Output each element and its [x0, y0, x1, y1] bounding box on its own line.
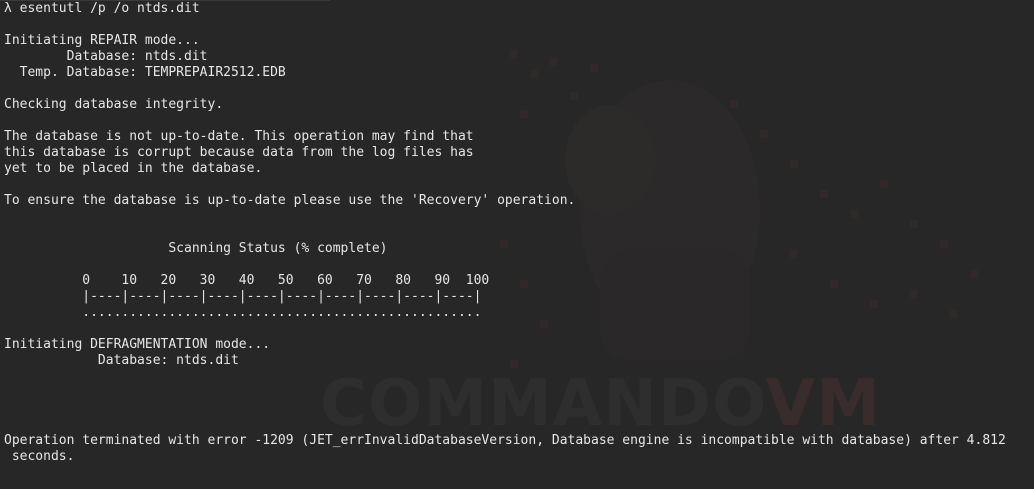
error-line: Operation terminated with error -1209 (J… [4, 433, 1006, 448]
output-line: To ensure the database is up-to-date ple… [4, 193, 576, 208]
output-line: The database is not up-to-date. This ope… [4, 129, 474, 144]
progress-ruler: |----|----|----|----|----|----|----|----… [4, 289, 482, 304]
output-line: Initiating DEFRAGMENTATION mode... [4, 337, 271, 352]
progress-scale: 0 10 20 30 40 50 60 70 80 90 100 [4, 273, 490, 288]
error-line-continuation: seconds. [4, 449, 75, 464]
terminal-window[interactable]: COMMANDOVM λ esentutl /p /o ntds.dit Ini… [0, 0, 1034, 489]
terminal-output: λ esentutl /p /o ntds.dit Initiating REP… [4, 1, 1006, 465]
output-line: yet to be placed in the database. [4, 161, 263, 176]
output-line: Initiating REPAIR mode... [4, 33, 200, 48]
scanning-status-title: Scanning Status (% complete) [4, 241, 388, 256]
output-line: Database: ntds.dit [4, 353, 239, 368]
output-line: Database: ntds.dit [4, 49, 208, 64]
progress-dots: ........................................… [4, 305, 482, 320]
command-line: λ esentutl /p /o ntds.dit [4, 1, 200, 16]
output-line: this database is corrupt because data fr… [4, 145, 474, 160]
output-line: Checking database integrity. [4, 97, 224, 112]
output-line: Temp. Database: TEMPREPAIR2512.EDB [4, 65, 286, 80]
